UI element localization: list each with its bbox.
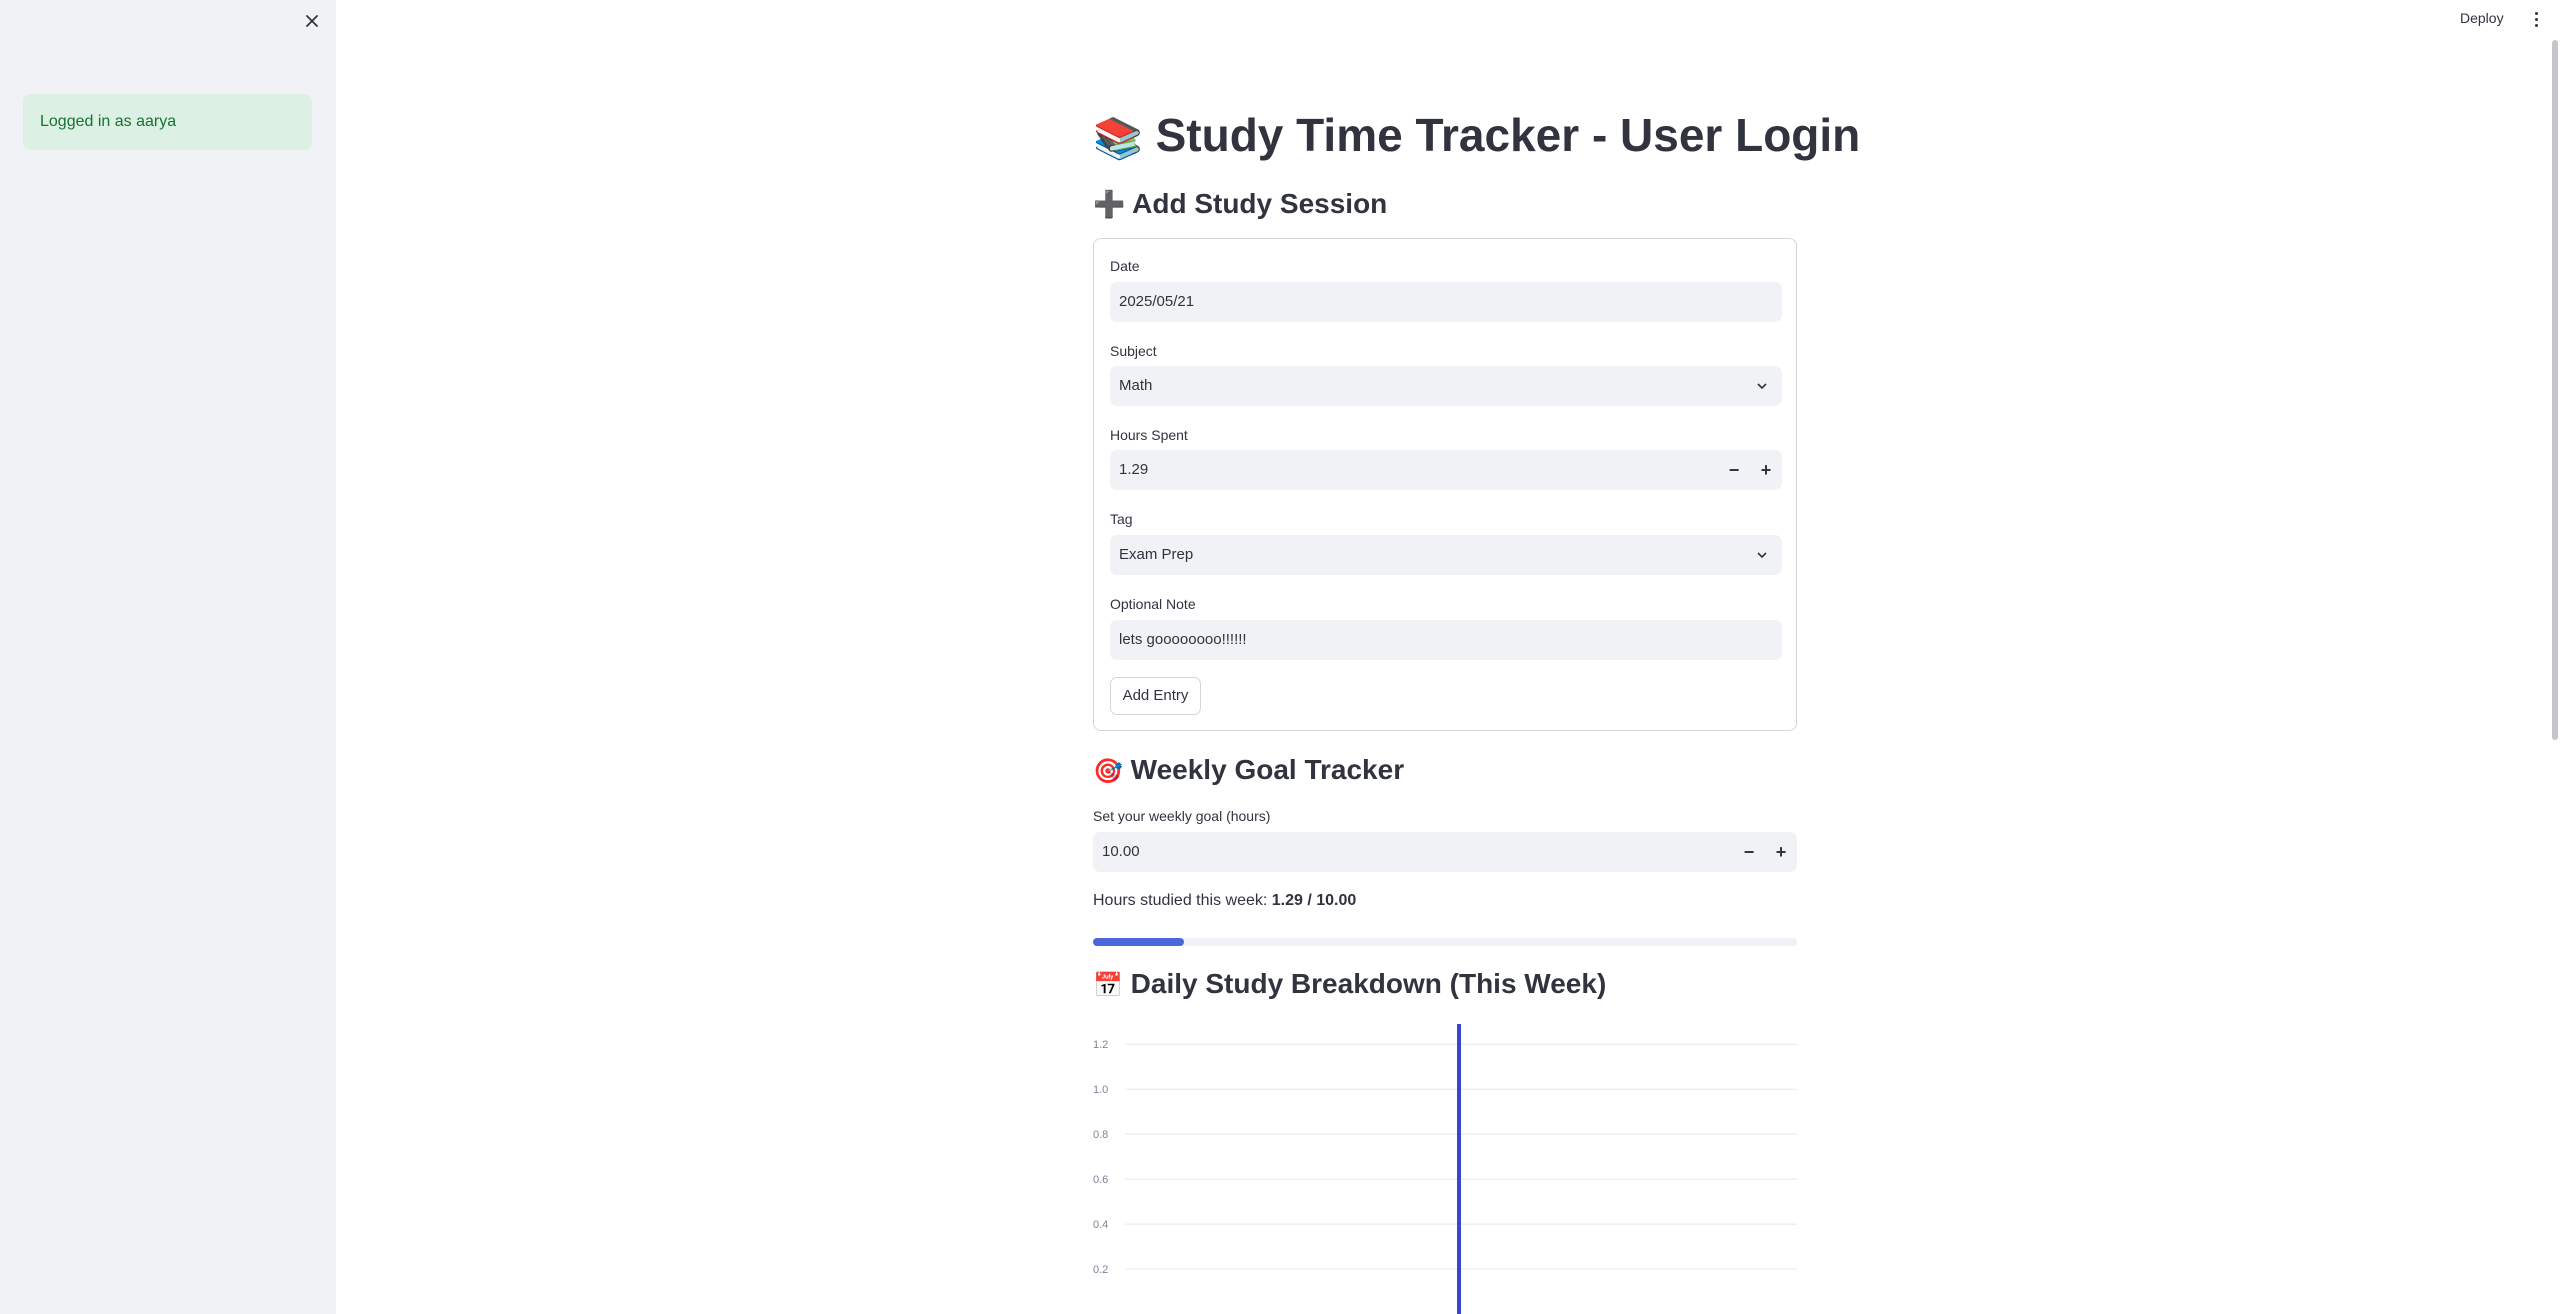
tag-select-value: Exam Prep (1119, 546, 1194, 563)
tag-label: Tag (1110, 511, 1133, 527)
login-success-alert: Logged in as aarya (23, 94, 312, 150)
goal-progress-bar (1093, 938, 1797, 946)
date-label: Date (1110, 258, 1140, 274)
daily-breakdown-heading: 📅 Daily Study Breakdown (This Week) (1093, 968, 1606, 1000)
subject-label: Subject (1110, 343, 1157, 359)
y-tick-label: 0.2 (1093, 1264, 1108, 1276)
hours-studied-value: 1.29 / 10.00 (1271, 892, 1357, 909)
tag-select[interactable]: Exam Prep (1110, 535, 1782, 575)
hours-increment-button[interactable]: + (1750, 450, 1782, 490)
weekly-goal-heading-text: Weekly Goal Tracker (1130, 754, 1405, 785)
add-session-heading: ➕ Add Study Session (1093, 188, 1387, 220)
chevron-down-icon (1757, 383, 1767, 390)
hours-input[interactable]: 1.29 (1119, 461, 1148, 478)
scrollbar[interactable] (2552, 40, 2558, 740)
target-icon: 🎯 (1093, 758, 1123, 785)
page-title-text: Study Time Tracker - User Login (1155, 109, 1861, 161)
goal-progress-fill (1093, 938, 1184, 946)
subject-select-value: Math (1119, 377, 1153, 394)
chevron-down-icon (1757, 552, 1767, 559)
goal-decrement-button[interactable]: − (1733, 832, 1765, 872)
books-icon: 📚 (1093, 117, 1143, 162)
more-menu-icon[interactable] (2528, 9, 2544, 31)
plus-icon: ➕ (1093, 189, 1126, 219)
add-session-heading-text: Add Study Session (1132, 188, 1388, 219)
deploy-button[interactable]: Deploy (2460, 10, 2504, 26)
goal-input[interactable]: 10.00 (1102, 843, 1140, 860)
header (336, 0, 2560, 42)
y-tick-label: 1.0 (1093, 1084, 1108, 1096)
close-icon[interactable] (301, 10, 323, 32)
daily-breakdown-chart: 0.2 0.4 0.6 0.8 1.0 1.2 (1093, 1024, 1797, 1314)
sidebar: Logged in as aarya (0, 0, 336, 1314)
subject-select[interactable]: Math (1110, 366, 1782, 406)
add-session-form: Date 2025/05/21 Subject Math Hours Spent… (1093, 238, 1797, 731)
goal-label: Set your weekly goal (hours) (1093, 808, 1271, 824)
page-title: 📚 Study Time Tracker - User Login (1093, 108, 1860, 162)
date-input[interactable]: 2025/05/21 (1110, 282, 1782, 322)
y-tick-label: 1.2 (1093, 1039, 1108, 1051)
goal-stepper[interactable]: 10.00 − + (1093, 832, 1797, 872)
hours-studied-text: Hours studied this week: 1.29 / 10.00 (1093, 892, 1356, 910)
hours-studied-prefix: Hours studied this week: (1093, 892, 1272, 909)
goal-increment-button[interactable]: + (1765, 832, 1797, 872)
add-entry-button[interactable]: Add Entry (1110, 677, 1201, 715)
y-tick-label: 0.4 (1093, 1219, 1108, 1231)
calendar-icon: 📅 (1093, 972, 1123, 999)
note-input[interactable]: lets goooooooo!!!!!! (1110, 620, 1782, 660)
note-label: Optional Note (1110, 596, 1196, 612)
hours-decrement-button[interactable]: − (1718, 450, 1750, 490)
weekly-goal-heading: 🎯 Weekly Goal Tracker (1093, 754, 1404, 786)
hours-label: Hours Spent (1110, 427, 1188, 443)
bar-2025-05-21[interactable] (1457, 1024, 1461, 1314)
y-tick-label: 0.6 (1093, 1174, 1108, 1186)
daily-breakdown-heading-text: Daily Study Breakdown (This Week) (1130, 968, 1607, 999)
hours-stepper[interactable]: 1.29 − + (1110, 450, 1782, 490)
y-tick-label: 0.8 (1093, 1129, 1108, 1141)
